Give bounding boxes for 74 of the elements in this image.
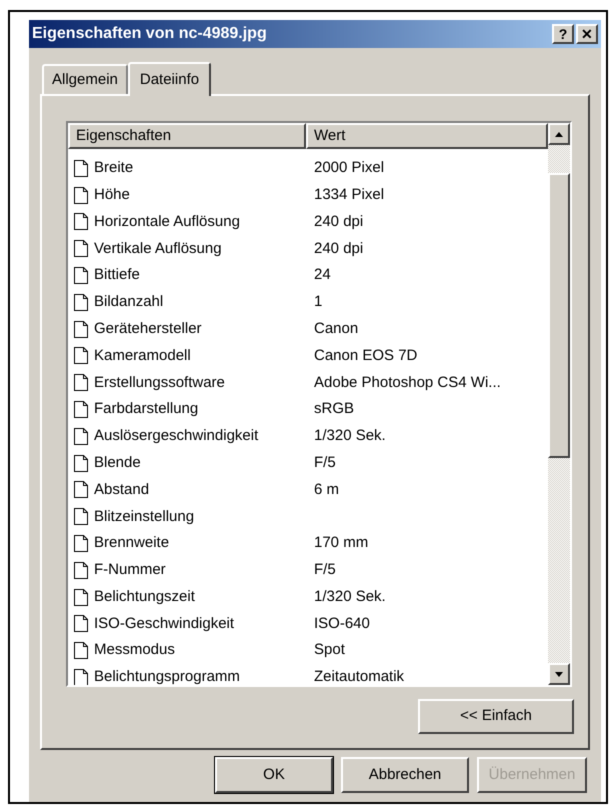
- property-name: Gerätehersteller: [94, 318, 202, 339]
- property-name: Belichtungszeit: [94, 586, 195, 607]
- property-name: Horizontale Auflösung: [94, 212, 240, 232]
- property-value: ISO-640: [313, 614, 370, 634]
- close-button[interactable]: ✕: [576, 24, 598, 44]
- property-value: Adobe Photoshop CS4 Wi...: [313, 372, 501, 393]
- property-name: Bildanzahl: [94, 292, 164, 312]
- document-icon: [74, 535, 88, 552]
- document-icon: [74, 213, 88, 230]
- document-icon: [74, 186, 88, 204]
- property-value: F/5: [313, 452, 336, 473]
- tab[interactable]: Dateiinfo: [128, 62, 212, 96]
- property-name: Kameramodell: [94, 346, 191, 366]
- document-icon: [74, 374, 88, 392]
- property-name: ISO-Geschwindigkeit: [94, 614, 234, 634]
- document-icon: [74, 588, 88, 606]
- document-icon: [74, 481, 88, 498]
- property-value: Spot: [313, 640, 345, 660]
- property-value: 240 dpi: [313, 212, 364, 232]
- property-value: Zeitautomatik: [313, 667, 404, 685]
- simple-view-button[interactable]: << Einfach: [418, 699, 574, 734]
- property-name: Belichtungsprogramm: [94, 667, 240, 685]
- property-name: Brennweite: [94, 533, 170, 554]
- document-icon: [74, 508, 88, 526]
- column-header[interactable]: Eigenschaften: [68, 123, 306, 149]
- document-icon: [74, 160, 88, 177]
- property-value: 24: [313, 265, 331, 286]
- ok-button[interactable]: OK: [215, 757, 333, 793]
- property-name: Farbdarstellung: [94, 399, 198, 420]
- window-title: Eigenschaften von nc-4989.jpg: [32, 24, 268, 44]
- scroll-down-button[interactable]: [548, 663, 570, 685]
- document-icon: [74, 428, 88, 445]
- document-icon: [74, 294, 88, 311]
- scroll-up-button[interactable]: [548, 123, 570, 145]
- property-value: Canon EOS 7D: [313, 346, 418, 366]
- property-value: 2000 Pixel: [313, 158, 384, 178]
- property-value: 6 m: [313, 480, 340, 500]
- tab[interactable]: Allgemein: [42, 64, 128, 94]
- property-name: Bittiefe: [94, 265, 140, 286]
- scrollbar[interactable]: [548, 123, 570, 685]
- property-name: Blitzeinstellung: [94, 506, 194, 526]
- document-icon: [74, 347, 88, 364]
- up-arrow-icon: [555, 132, 563, 136]
- document-icon: [74, 240, 88, 258]
- property-name: Auslösergeschwindigkeit: [94, 426, 258, 446]
- property-name: Messmodus: [94, 640, 175, 660]
- property-name: Breite: [94, 158, 134, 178]
- property-name: Abstand: [94, 480, 150, 500]
- property-name: Vertikale Auflösung: [94, 238, 222, 259]
- document-icon: [74, 642, 88, 660]
- property-value: sRGB: [313, 399, 354, 420]
- property-name: Höhe: [94, 184, 130, 205]
- document-icon: [74, 615, 88, 632]
- down-arrow-icon: [555, 672, 563, 676]
- document-icon: [74, 562, 88, 579]
- property-name: Erstellungssoftware: [94, 372, 225, 393]
- property-value: 1334 Pixel: [313, 184, 384, 205]
- property-value: 170 mm: [313, 533, 368, 554]
- scroll-thumb[interactable]: [548, 173, 570, 458]
- property-value: 1: [313, 292, 322, 312]
- property-value: F/5: [313, 560, 336, 580]
- property-name: Blende: [94, 452, 141, 473]
- document-icon: [74, 320, 88, 338]
- property-name: F-Nummer: [94, 560, 166, 580]
- property-value: 240 dpi: [313, 238, 364, 259]
- property-value: 1/320 Sek.: [313, 426, 386, 446]
- document-icon: [74, 267, 88, 284]
- property-value: 1/320 Sek.: [313, 586, 386, 607]
- help-button[interactable]: ?: [552, 24, 574, 44]
- cancel-button[interactable]: Abbrechen: [341, 757, 469, 793]
- property-value: Canon: [313, 318, 358, 339]
- document-icon: [74, 454, 88, 472]
- document-icon: [74, 401, 88, 418]
- column-header[interactable]: Wert: [306, 123, 548, 149]
